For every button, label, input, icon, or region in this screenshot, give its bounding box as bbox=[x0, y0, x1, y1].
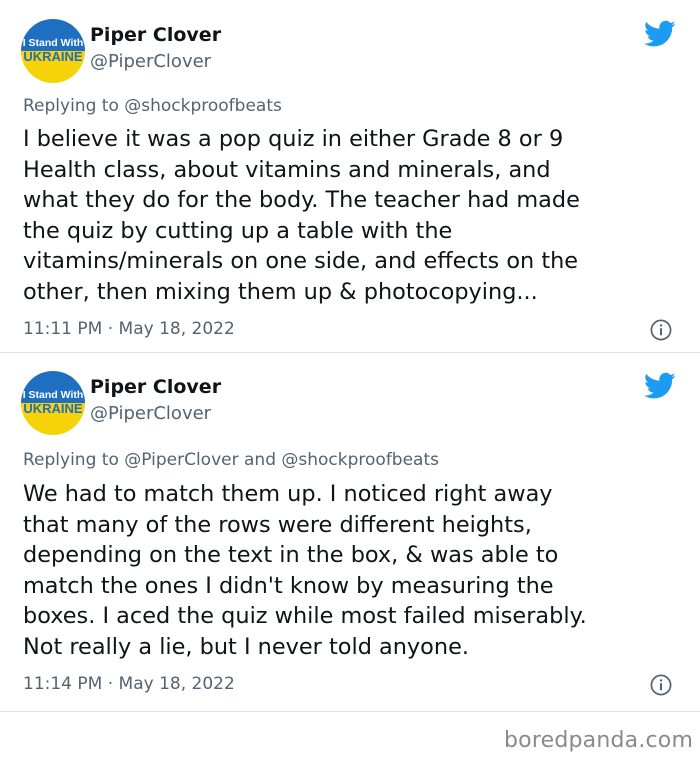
author-handle[interactable]: @PiperClover bbox=[90, 403, 211, 424]
tweet-text-line: other, then mixing them up & photocopyin… bbox=[23, 278, 538, 305]
tweet-text-line: I believe it was a pop quiz in either Gr… bbox=[23, 126, 564, 152]
author-handle[interactable]: @PiperClover bbox=[90, 51, 211, 72]
replying-to-line: Replying to @shockproofbeats bbox=[23, 96, 282, 116]
replying-to-line: Replying to @PiperClover and @shockproof… bbox=[23, 450, 439, 470]
tweet-text-line: depending on the text in the box, & was … bbox=[23, 542, 559, 569]
reply-mention-link[interactable]: @shockproofbeats bbox=[124, 96, 282, 116]
tweet-timestamp[interactable]: 11:11 PM · May 18, 2022 bbox=[23, 319, 235, 339]
avatar-text-bottom: UKRAINE bbox=[23, 49, 83, 64]
twitter-bird-icon[interactable] bbox=[644, 372, 676, 400]
tweet-card[interactable]: I Stand With UKRAINE Piper Clover @Piper… bbox=[0, 352, 700, 712]
tweet-text-line: the quiz by cutting up a table with the bbox=[23, 217, 453, 244]
tweet-text: We had to match them up. I noticed right… bbox=[23, 479, 683, 663]
tweet-text-line: boxes. I aced the quiz while most failed… bbox=[23, 603, 587, 630]
ukraine-avatar-icon: I Stand With UKRAINE bbox=[21, 371, 85, 435]
reply-mention-link[interactable]: @shockproofbeats bbox=[281, 450, 439, 470]
tweet-text-line: Not really a lie, but I never told anyon… bbox=[23, 633, 469, 660]
tweet-text-line: Health class, about vitamins and mineral… bbox=[23, 156, 551, 183]
tweet-text-line: match the ones I didn't know by measurin… bbox=[23, 572, 554, 599]
tweet-text: I believe it was a pop quiz in either Gr… bbox=[23, 124, 683, 308]
tweet-text-line: vitamins/minerals on one side, and effec… bbox=[23, 248, 579, 275]
avatar-text-top: I Stand With bbox=[23, 389, 84, 401]
tweet-divider bbox=[0, 711, 700, 712]
info-icon[interactable] bbox=[650, 319, 672, 341]
avatar-text-bottom: UKRAINE bbox=[23, 401, 83, 416]
replying-joiner: and bbox=[244, 450, 276, 470]
boredpanda-watermark: boredpanda.com bbox=[504, 728, 694, 753]
replying-prefix: Replying to bbox=[23, 96, 119, 116]
tweet-text-line: We had to match them up. I noticed right… bbox=[23, 481, 553, 507]
tweet-timestamp[interactable]: 11:14 PM · May 18, 2022 bbox=[23, 674, 235, 694]
tweet-text-line: that many of the rows were different hei… bbox=[23, 511, 532, 538]
avatar[interactable]: I Stand With UKRAINE bbox=[21, 371, 85, 435]
tweet-card[interactable]: I Stand With UKRAINE Piper Clover @Piper… bbox=[0, 0, 700, 352]
avatar-text-top: I Stand With bbox=[23, 37, 84, 49]
info-icon[interactable] bbox=[650, 674, 672, 696]
replying-prefix: Replying to bbox=[23, 450, 119, 470]
twitter-bird-icon[interactable] bbox=[644, 20, 676, 48]
author-display-name[interactable]: Piper Clover bbox=[90, 24, 221, 46]
avatar[interactable]: I Stand With UKRAINE bbox=[21, 19, 85, 83]
reply-mention-link[interactable]: @PiperClover bbox=[124, 450, 238, 470]
tweet-text-line: what they do for the body. The teacher h… bbox=[23, 187, 580, 214]
author-display-name[interactable]: Piper Clover bbox=[90, 376, 221, 398]
ukraine-avatar-icon: I Stand With UKRAINE bbox=[21, 19, 85, 83]
